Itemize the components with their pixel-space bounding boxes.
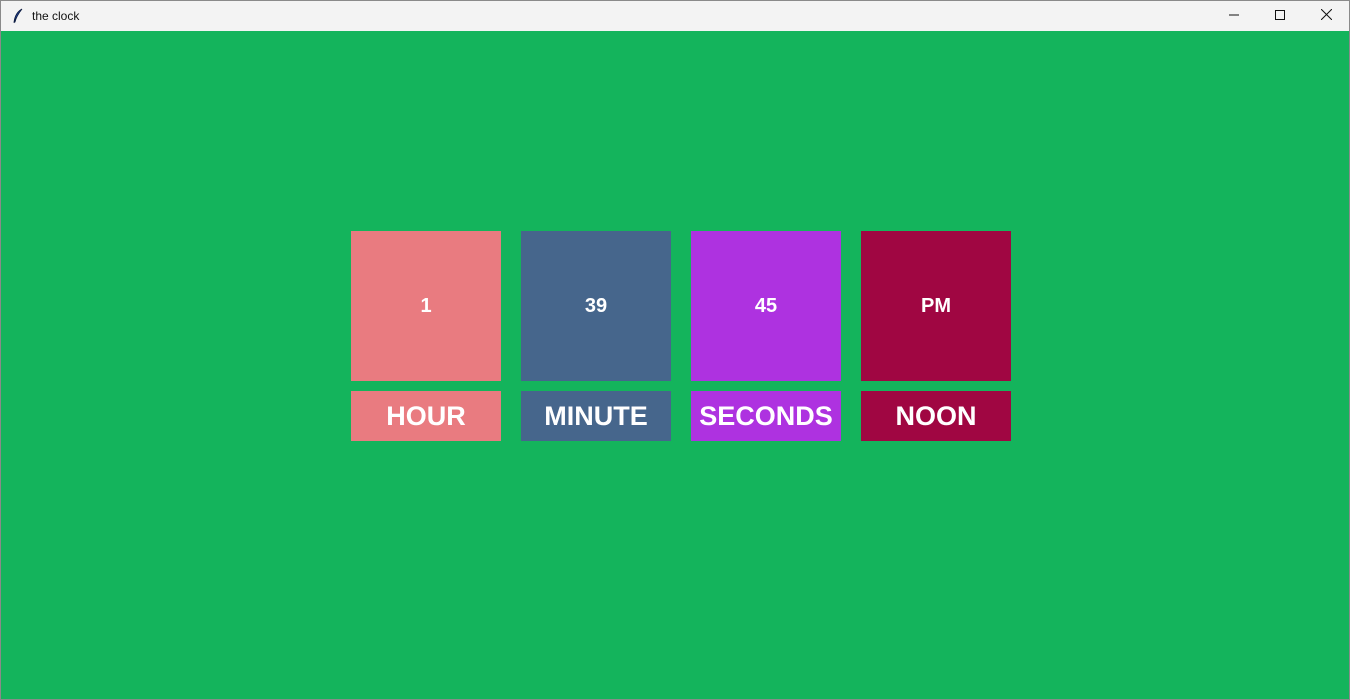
minute-value: 39 (521, 231, 671, 381)
seconds-value: 45 (691, 231, 841, 381)
noon-label: NOON (861, 391, 1011, 441)
feather-icon (11, 8, 25, 24)
hour-label: HOUR (351, 391, 501, 441)
clock-area: 1 HOUR 39 MINUTE 45 SECONDS PM NOON (1, 31, 1349, 699)
window-title: the clock (32, 9, 80, 23)
seconds-label: SECONDS (691, 391, 841, 441)
minimize-button[interactable] (1211, 1, 1257, 31)
title-bar[interactable]: the clock (1, 1, 1349, 31)
noon-value: PM (861, 231, 1011, 381)
maximize-icon (1275, 7, 1285, 25)
clock-window: the clock 1 HOUR 39 MINUTE 45 SECONDS PM… (0, 0, 1350, 700)
maximize-button[interactable] (1257, 1, 1303, 31)
close-button[interactable] (1303, 1, 1349, 31)
hour-value: 1 (351, 231, 501, 381)
window-controls (1211, 1, 1349, 31)
minimize-icon (1229, 7, 1239, 25)
close-icon (1320, 7, 1332, 25)
minute-label: MINUTE (521, 391, 671, 441)
